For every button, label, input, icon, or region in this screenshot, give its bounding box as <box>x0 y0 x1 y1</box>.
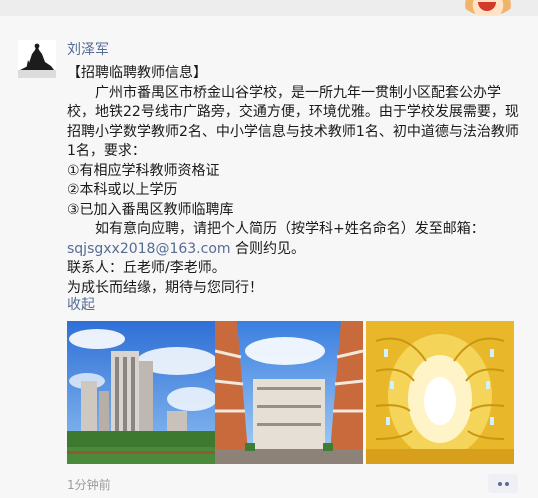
post-paragraph-apply: 如有意向应聘，请把个人简历（按学科+姓名命名）发至邮箱： <box>95 221 485 237</box>
email-suffix: 合则约见。 <box>230 240 305 257</box>
requirement-2: ②本科或以上学历 <box>67 182 178 198</box>
more-dots-icon[interactable] <box>488 474 518 493</box>
post-title: 【招聘临聘教师信息】 <box>67 65 207 81</box>
email-line: sqjsgxx2018@163.com 合则约见。 <box>67 240 527 260</box>
post-paragraph-intro: 广州市番禺区市桥金山谷学校，是一所九年一贯制小区配套公办学校，地铁22号线市广路… <box>67 84 519 160</box>
photo-school-courtyard[interactable] <box>215 321 363 464</box>
email-link[interactable]: sqjsgxx2018@163.com <box>67 241 231 257</box>
contact-line: 联系人：丘老师/李老师。 <box>67 260 226 276</box>
post-text: 【招聘临聘教师信息】 广州市番禺区市桥金山谷学校，是一所九年一贯制小区配套公办学… <box>67 64 527 298</box>
closing-line: 为成长而结缘，期待与您同行！ <box>67 279 263 296</box>
collapse-link[interactable]: 收起 <box>67 294 95 314</box>
post-time: 1分钟前 <box>67 478 111 492</box>
silhouette-avatar-icon <box>18 40 56 78</box>
photo-school-building[interactable] <box>67 321 215 464</box>
avatar[interactable] <box>18 40 56 78</box>
photo-library[interactable] <box>366 321 514 464</box>
requirement-3: ③已加入番禺区教师临聘库 <box>67 201 234 218</box>
top-strip <box>0 0 538 16</box>
requirement-1: ①有相应学科教师资格证 <box>67 162 220 179</box>
author-name[interactable]: 刘泽军 <box>67 39 109 59</box>
